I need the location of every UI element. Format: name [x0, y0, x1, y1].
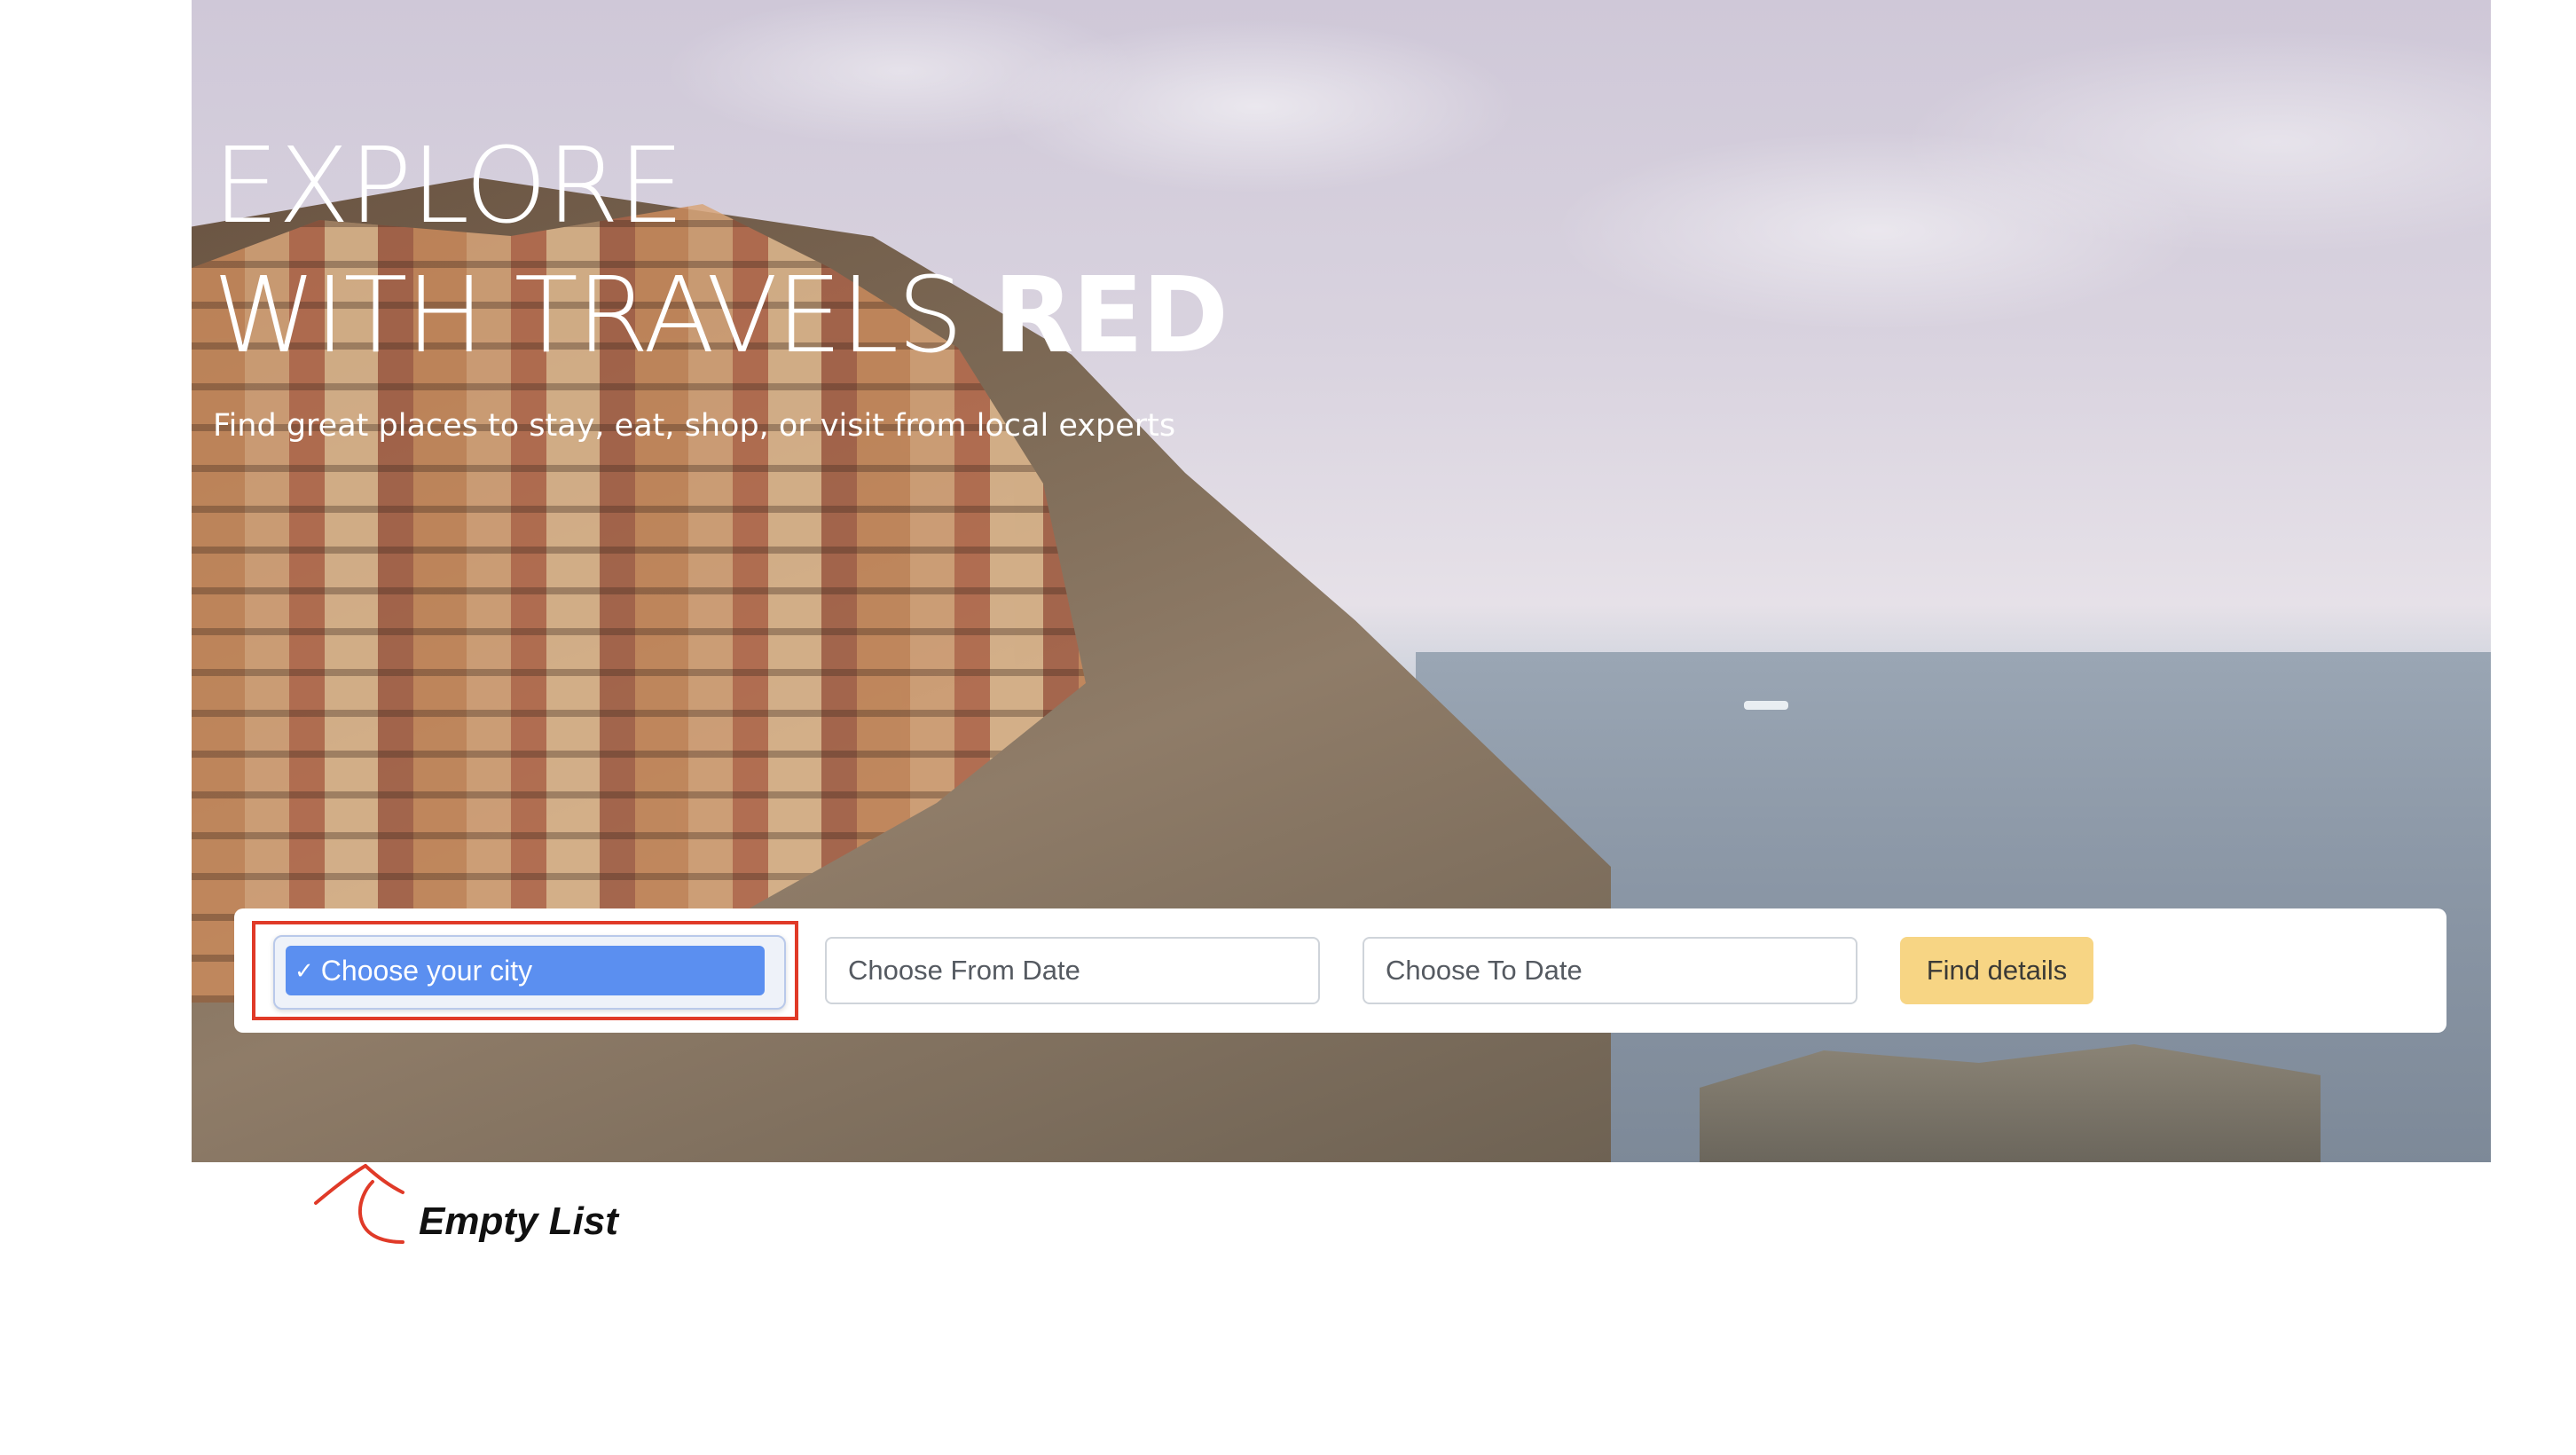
from-date-input[interactable]: Choose From Date — [825, 937, 1320, 1004]
hero-title-brand: RED — [993, 254, 1229, 376]
hero-headline: EXPLORE WITH TRAVELS RED — [213, 124, 1229, 367]
annotation-label: Empty List — [419, 1199, 618, 1243]
page: EXPLORE WITH TRAVELS RED Find great plac… — [0, 0, 2576, 1455]
to-date-placeholder: Choose To Date — [1386, 955, 1583, 986]
annotation-arrow-icon — [314, 1164, 404, 1244]
hero-boat — [1744, 701, 1788, 710]
hero-title-line2-prefix: WITH TRAVELS — [213, 254, 993, 376]
hero-title-line1: EXPLORE — [213, 124, 685, 247]
city-option-label: Choose your city — [320, 954, 533, 987]
to-date-input[interactable]: Choose To Date — [1363, 937, 1857, 1004]
search-panel: ✓ Choose your city Choose From Date Choo… — [234, 908, 2446, 1033]
check-icon: ✓ — [295, 956, 314, 984]
hero-title-line2: WITH TRAVELS RED — [213, 263, 1229, 367]
city-option-selected[interactable]: ✓ Choose your city — [286, 946, 765, 995]
from-date-placeholder: Choose From Date — [848, 955, 1080, 986]
city-select-dropdown[interactable]: ✓ Choose your city — [273, 935, 786, 1010]
find-details-button[interactable]: Find details — [1900, 937, 2093, 1004]
hero-tagline: Find great places to stay, eat, shop, or… — [213, 408, 1176, 444]
